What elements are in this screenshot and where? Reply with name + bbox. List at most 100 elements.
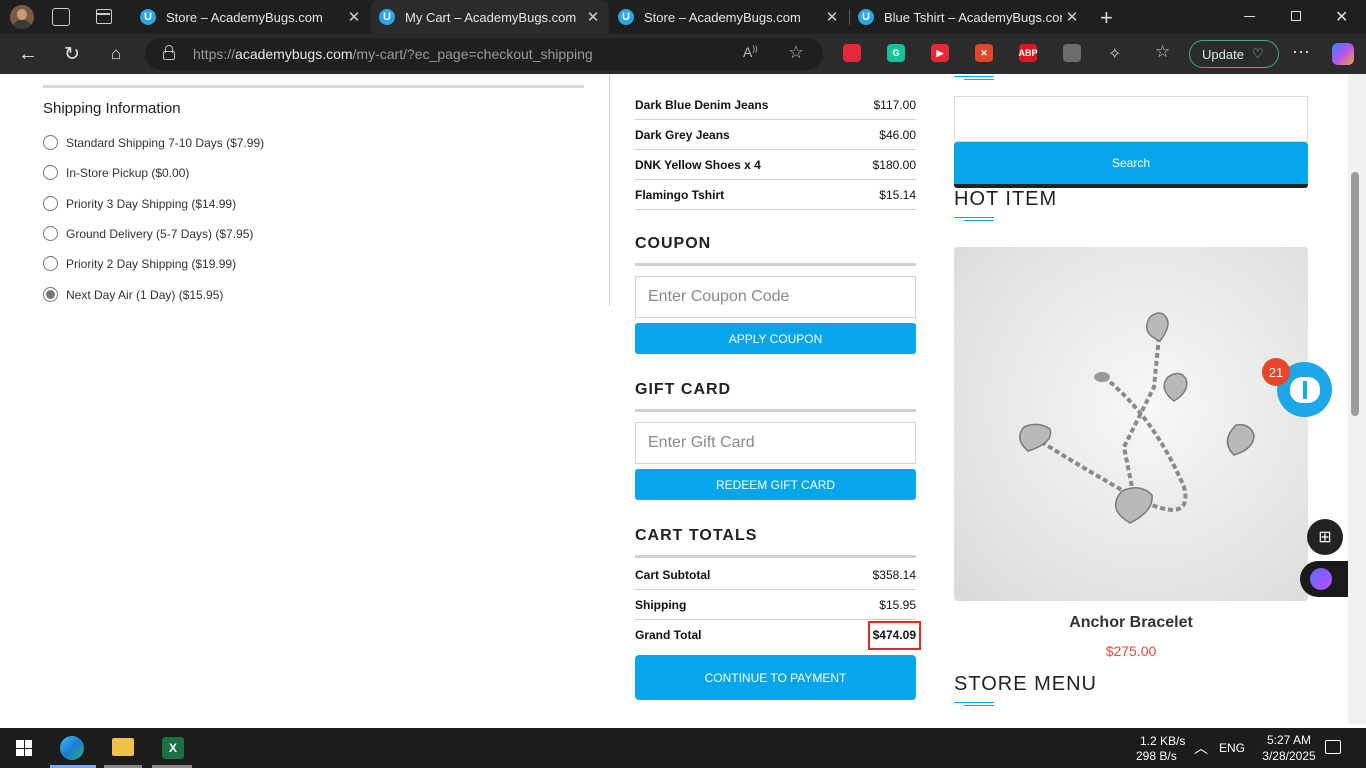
shipping-radio[interactable] bbox=[43, 135, 58, 150]
redeem-gift-card-button[interactable]: REDEEM GIFT CARD bbox=[635, 469, 916, 500]
lock-icon[interactable] bbox=[163, 45, 175, 60]
copilot-icon[interactable] bbox=[1332, 43, 1354, 65]
product-image[interactable] bbox=[954, 247, 1308, 601]
shipping-option[interactable]: In-Store Pickup ($0.00) bbox=[43, 165, 189, 180]
home-icon[interactable]: ⌂ bbox=[103, 41, 129, 67]
close-tab-icon[interactable]: ✕ bbox=[1062, 8, 1082, 26]
tab-blue-tshirt[interactable]: U Blue Tshirt – AcademyBugs.com ✕ bbox=[850, 0, 1088, 34]
excel-icon[interactable]: X bbox=[162, 737, 184, 759]
cart-item-price: $15.14 bbox=[879, 187, 916, 202]
shipping-radio[interactable] bbox=[43, 226, 58, 241]
close-tab-icon[interactable]: ✕ bbox=[822, 8, 842, 26]
taskbar: X 1.2 KB/s 298 B/s ︿ ENG 5:27 AM 3/28/20… bbox=[0, 728, 1366, 768]
cart-item-price: $117.00 bbox=[873, 97, 917, 112]
shipping-option[interactable]: Next Day Air (1 Day) ($15.95) bbox=[43, 287, 223, 302]
extensions-puzzle-icon[interactable]: ✧ bbox=[1108, 44, 1121, 64]
more-menu-icon[interactable]: ⋯ bbox=[1292, 42, 1310, 63]
academybugs-favicon-icon: U bbox=[618, 9, 634, 25]
shipping-option-label: Standard Shipping 7-10 Days ($7.99) bbox=[66, 135, 265, 150]
gift-card-rule bbox=[635, 409, 916, 412]
tray-chevron-icon[interactable]: ︿ bbox=[1194, 738, 1208, 758]
search-input[interactable] bbox=[954, 96, 1308, 142]
tool-icon[interactable]: ✕ bbox=[975, 44, 993, 62]
close-window-icon[interactable]: ✕ bbox=[1335, 7, 1348, 27]
heartbeat-icon: ♡ bbox=[1251, 46, 1264, 61]
shipping-radio[interactable] bbox=[43, 165, 58, 180]
assistant-widget[interactable] bbox=[1300, 561, 1348, 597]
clock-time[interactable]: 5:27 AM bbox=[1259, 733, 1319, 747]
profile-avatar[interactable] bbox=[10, 5, 34, 29]
search-widget-underline bbox=[954, 76, 994, 80]
adblock-icon[interactable]: ABP bbox=[1019, 44, 1038, 62]
shipping-title: Shipping Information bbox=[43, 100, 181, 117]
notifications-icon[interactable] bbox=[1325, 740, 1341, 754]
tab-my-cart[interactable]: U My Cart – AcademyBugs.com ✕ bbox=[371, 0, 609, 34]
workspaces-icon[interactable] bbox=[52, 8, 70, 26]
favorites-icon[interactable]: ☆ bbox=[1155, 42, 1170, 62]
cart-item-name: Dark Grey Jeans bbox=[635, 127, 730, 142]
shipping-option[interactable]: Standard Shipping 7-10 Days ($7.99) bbox=[43, 135, 264, 150]
academybugs-favicon-icon: U bbox=[858, 9, 874, 25]
back-icon[interactable]: ← bbox=[15, 41, 41, 67]
product-price: $275.00 bbox=[1105, 643, 1157, 659]
tab-title: Store – AcademyBugs.com bbox=[644, 9, 801, 25]
video-icon[interactable]: ▶ bbox=[931, 44, 949, 62]
apps-grid-widget[interactable]: ⊞ bbox=[1307, 519, 1343, 555]
tab-title: Store – AcademyBugs.com bbox=[166, 9, 323, 25]
cart-item-price: $46.00 bbox=[879, 127, 916, 142]
address-bar[interactable]: https://academybugs.com/my-cart/?ec_page… bbox=[145, 38, 823, 70]
page-content: Shipping Information Standard Shipping 7… bbox=[4, 74, 1348, 724]
new-tab-icon[interactable]: + bbox=[1100, 5, 1113, 31]
coupon-input[interactable]: Enter Coupon Code bbox=[635, 276, 916, 318]
shipping-option[interactable]: Priority 2 Day Shipping ($19.99) bbox=[43, 256, 236, 271]
minimize-icon[interactable] bbox=[1244, 16, 1255, 17]
product-name[interactable]: Anchor Bracelet bbox=[954, 614, 1308, 632]
shipping-radio[interactable] bbox=[43, 196, 58, 211]
bug-count-badge: 21 bbox=[1262, 358, 1290, 386]
tab-store-1[interactable]: U Store – AcademyBugs.com ✕ bbox=[132, 0, 370, 34]
shipping-row: Shipping $15.95 bbox=[635, 590, 916, 620]
shipping-radio[interactable] bbox=[43, 256, 58, 271]
cart-item-name: Dark Blue Denim Jeans bbox=[635, 97, 769, 112]
clock-date[interactable]: 3/28/2025 bbox=[1257, 749, 1321, 763]
ext-red-icon[interactable] bbox=[843, 44, 861, 62]
tab-title: My Cart – AcademyBugs.com bbox=[405, 9, 577, 25]
update-button[interactable]: Update ♡ bbox=[1189, 40, 1279, 68]
subtotal-label: Cart Subtotal bbox=[635, 567, 711, 582]
hot-item-heading: HOT ITEM bbox=[954, 188, 1058, 210]
grand-total-highlight-box bbox=[868, 621, 921, 650]
url-text[interactable]: https://academybugs.com/my-cart/?ec_page… bbox=[193, 46, 593, 62]
apply-coupon-button[interactable]: APPLY COUPON bbox=[635, 323, 916, 354]
shipping-option[interactable]: Priority 3 Day Shipping ($14.99) bbox=[43, 196, 236, 211]
refresh-icon[interactable]: ↻ bbox=[59, 41, 85, 67]
academybugs-favicon-icon: U bbox=[140, 9, 156, 25]
shipping-option[interactable]: Ground Delivery (5-7 Days) ($7.95) bbox=[43, 226, 253, 241]
close-tab-icon[interactable]: ✕ bbox=[344, 8, 364, 26]
close-tab-icon[interactable]: ✕ bbox=[583, 8, 603, 26]
tab-store-2[interactable]: U Store – AcademyBugs.com ✕ bbox=[610, 0, 848, 34]
gift-card-input[interactable]: Enter Gift Card bbox=[635, 422, 916, 464]
browser-toolbar: ← ↻ ⌂ https://academybugs.com/my-cart/?e… bbox=[0, 34, 1366, 74]
windows-start-icon[interactable] bbox=[16, 740, 32, 756]
continue-to-payment-button[interactable]: CONTINUE TO PAYMENT bbox=[635, 655, 916, 700]
scrollbar-thumb[interactable] bbox=[1351, 172, 1359, 416]
cart-item-row: Flamingo Tshirt $15.14 bbox=[635, 180, 916, 210]
file-explorer-icon[interactable] bbox=[112, 738, 134, 756]
edge-taskbar-icon[interactable] bbox=[60, 736, 84, 760]
shipping-value: $15.95 bbox=[879, 597, 916, 612]
network-speed-up: 1.2 KB/s bbox=[1140, 734, 1186, 748]
search-button[interactable]: Search bbox=[954, 142, 1308, 188]
language-indicator[interactable]: ENG bbox=[1219, 741, 1245, 755]
cart-totals-heading: CART TOTALS bbox=[635, 527, 758, 544]
shipping-radio[interactable] bbox=[43, 287, 58, 302]
cart-item-name: Flamingo Tshirt bbox=[635, 187, 725, 202]
bug-icon bbox=[1289, 376, 1320, 403]
restore-icon[interactable] bbox=[1291, 11, 1301, 21]
tab-actions-icon[interactable] bbox=[96, 9, 112, 24]
grammarly-icon[interactable]: G bbox=[887, 44, 905, 62]
favorite-star-icon[interactable]: ☆ bbox=[788, 42, 804, 63]
subtotal-row: Cart Subtotal $358.14 bbox=[635, 560, 916, 590]
read-aloud-icon[interactable]: A)) bbox=[743, 44, 758, 60]
store-menu-underline bbox=[954, 702, 994, 706]
shield-ext-icon[interactable] bbox=[1063, 44, 1081, 62]
